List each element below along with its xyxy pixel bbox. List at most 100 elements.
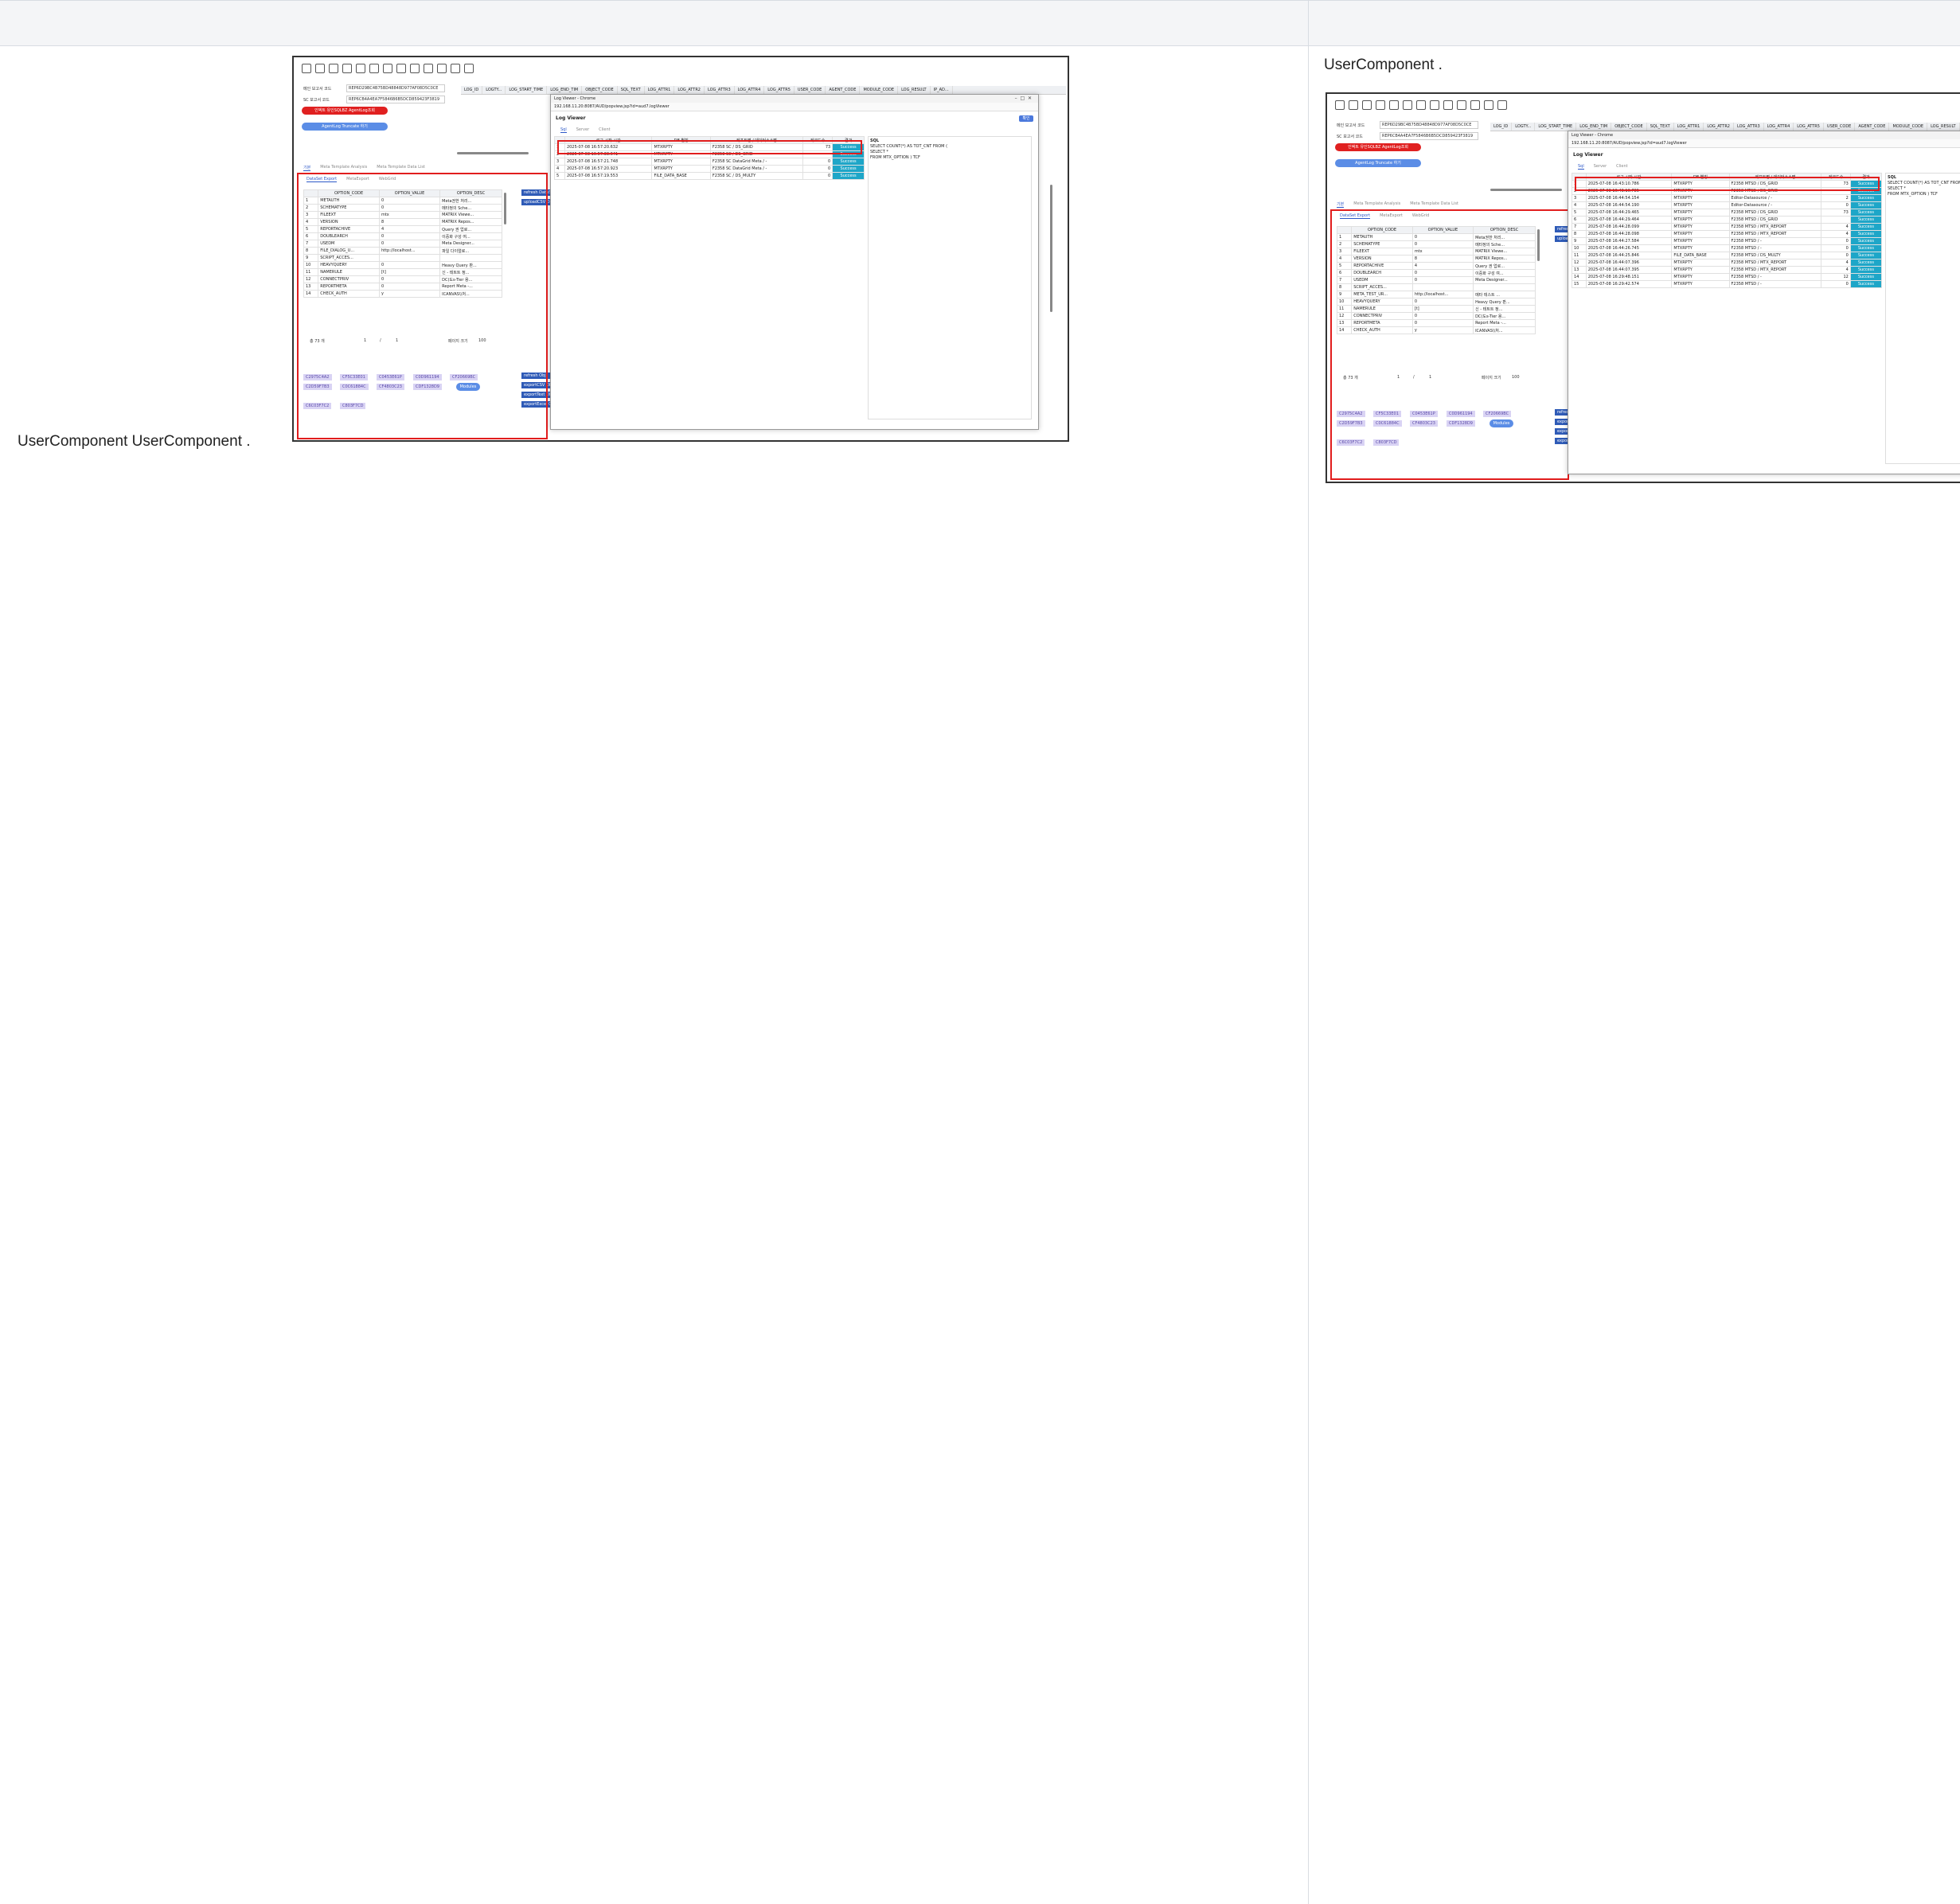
table-row[interactable]: 52025-07-08 16:57:19.553FILE_DATA_BASEF2… xyxy=(555,173,865,180)
table-row[interactable]: 132025-07-08 16:44:07.395MTXRPTYF2358 MT… xyxy=(1572,267,1882,274)
save-as-icon[interactable] xyxy=(1376,100,1385,110)
gear-icon[interactable] xyxy=(464,64,474,73)
grid-column-header[interactable]: AGENT_CODE xyxy=(826,86,860,94)
edit-icon[interactable] xyxy=(437,64,447,73)
grid-column-header[interactable]: LOG_START_TIME xyxy=(1535,123,1576,131)
popup-tab[interactable]: Server xyxy=(576,127,589,133)
popup-tab[interactable]: Sql xyxy=(560,127,567,133)
grid-column-header[interactable]: LOG_ATTR3 xyxy=(1734,123,1764,131)
main-tab[interactable]: Meta Template Analysis xyxy=(1353,201,1400,208)
agentlog-query-button[interactable]: 인덱트 유인SQLBZ AgentLog조회 xyxy=(1335,143,1421,151)
tools-icon[interactable] xyxy=(396,64,406,73)
grid-column-header[interactable]: LOG_END_TIM xyxy=(1576,123,1611,131)
record-icon[interactable] xyxy=(1484,100,1493,110)
agentlog-truncate-button[interactable]: AgentLog Truncate 하기 xyxy=(302,123,388,131)
table-icon[interactable] xyxy=(424,64,433,73)
main-tab[interactable]: Meta Template Data List xyxy=(377,165,425,171)
table-row[interactable]: 122025-07-08 16:44:07.396MTXRPTYF2358 MT… xyxy=(1572,259,1882,267)
grid-column-header[interactable]: LOG_ATTR2 xyxy=(674,86,705,94)
open-folder-icon[interactable] xyxy=(315,64,325,73)
save-as-icon[interactable] xyxy=(342,64,352,73)
new-file-icon[interactable] xyxy=(302,64,311,73)
undo-icon[interactable] xyxy=(356,64,365,73)
print-icon[interactable] xyxy=(410,64,420,73)
table-row[interactable]: 142025-07-08 16:29:48.151MTXRPTYF2358 MT… xyxy=(1572,274,1882,281)
open-folder-icon[interactable] xyxy=(1349,100,1358,110)
table-row[interactable]: 152025-07-08 16:29:42.574MTXRPTYF2358 MT… xyxy=(1572,281,1882,288)
grid-column-header[interactable]: LOGTY... xyxy=(482,86,506,94)
grid-column-header[interactable]: LOG_ATTR2 xyxy=(1704,123,1734,131)
table-row[interactable]: 102025-07-08 16:44:26.745MTXRPTYF2358 MT… xyxy=(1572,245,1882,252)
table-row[interactable]: 42025-07-08 16:57:20.923MTXRPTYF2358 SC … xyxy=(555,166,865,173)
grid-column-header[interactable]: AGENT_CODE xyxy=(1855,123,1889,131)
grid-column-header[interactable]: IP_AD... xyxy=(931,86,953,94)
table-row[interactable]: 52025-07-08 16:44:29.465MTXRPTYF2358 MTS… xyxy=(1572,209,1882,217)
report-code-field[interactable]: REP6D29BC4B75BD48848D977AF08D5C0CE xyxy=(346,84,445,92)
grid-column-header[interactable]: LOG_ATTR5 xyxy=(1794,123,1824,131)
grid-column-header[interactable]: LOG_ATTR5 xyxy=(764,86,795,94)
edit-icon[interactable] xyxy=(1470,100,1480,110)
grid-column-header[interactable]: USER_CODE xyxy=(795,86,826,94)
horizontal-scrollbar[interactable] xyxy=(457,152,529,154)
save-icon[interactable] xyxy=(329,64,338,73)
table-cell: F2358 MTSD / DS_GRID xyxy=(1729,209,1821,217)
grid-column-header[interactable]: LOG_ATTR3 xyxy=(705,86,735,94)
new-file-icon[interactable] xyxy=(1335,100,1345,110)
table-row[interactable]: 32025-07-08 16:57:21.748MTXRPTYF2358 SC … xyxy=(555,158,865,166)
gear-icon[interactable] xyxy=(1497,100,1507,110)
grid-column-header[interactable]: LOG_RESULT xyxy=(1927,123,1960,131)
table-row[interactable]: 42025-07-08 16:44:54.190MTXRPTYEditor-Da… xyxy=(1572,202,1882,209)
main-tab[interactable]: Meta Template Analysis xyxy=(320,165,367,171)
table-row[interactable]: 82025-07-08 16:44:28.098MTXRPTYF2358 MTS… xyxy=(1572,231,1882,238)
popup-tab[interactable]: Client xyxy=(599,127,610,133)
grid-icon[interactable] xyxy=(1416,100,1426,110)
grid-column-header[interactable]: SQL_TEXT xyxy=(1647,123,1674,131)
ok-button[interactable]: 확인 xyxy=(1019,115,1033,122)
grid-column-header[interactable]: LOGTY... xyxy=(1512,123,1535,131)
sc-code-field[interactable]: REP6CB4A4EA7F5846B6B5DCD859423F3819 xyxy=(346,96,445,103)
agentlog-query-button[interactable]: 인덱트 유인SQLBZ AgentLog조회 xyxy=(302,107,388,115)
grid-column-header[interactable]: MODULE_CODE xyxy=(860,86,898,94)
window-controls[interactable]: – □ ✕ xyxy=(1015,96,1032,101)
grid-column-header[interactable]: OBJECT_CODE xyxy=(582,86,617,94)
sc-code-field[interactable]: REP6CB4A4EA7F5846B6B5DCD859423F3819 xyxy=(1380,132,1478,140)
save-icon[interactable] xyxy=(1362,100,1372,110)
print-icon[interactable] xyxy=(1443,100,1453,110)
grid-column-header[interactable]: OBJECT_CODE xyxy=(1611,123,1646,131)
grid-column-header[interactable]: LOG_ATTR4 xyxy=(735,86,765,94)
table-row[interactable]: 92025-07-08 16:44:27.584MTXRPTYF2358 MTS… xyxy=(1572,238,1882,245)
grid-column-header[interactable]: LOG_ATTR4 xyxy=(1764,123,1794,131)
page-scrollbar[interactable] xyxy=(1050,185,1052,312)
main-tab[interactable]: 기본 xyxy=(303,165,310,171)
main-tab[interactable]: Meta Template Data List xyxy=(1410,201,1458,208)
grid-column-header[interactable]: LOG_ATTR1 xyxy=(645,86,675,94)
table-cell: 13 xyxy=(1572,267,1587,274)
table-row[interactable]: 62025-07-08 16:44:29.464MTXRPTYF2358 MTS… xyxy=(1572,217,1882,224)
grid-column-header[interactable]: USER_CODE xyxy=(1824,123,1855,131)
table-icon[interactable] xyxy=(1457,100,1466,110)
table-row[interactable]: 72025-07-08 16:44:28.099MTXRPTYF2358 MTS… xyxy=(1572,224,1882,231)
popup-tab[interactable]: Sql xyxy=(1578,164,1584,170)
table-row[interactable]: 32025-07-08 16:44:54.154MTXRPTYEditor-Da… xyxy=(1572,195,1882,202)
popup-tab[interactable]: Server xyxy=(1594,164,1607,170)
grid-icon[interactable] xyxy=(383,64,392,73)
main-tab[interactable]: 기본 xyxy=(1337,201,1344,208)
agentlog-truncate-button[interactable]: AgentLog Truncate 하기 xyxy=(1335,159,1421,167)
redo-icon[interactable] xyxy=(369,64,379,73)
redo-icon[interactable] xyxy=(1403,100,1412,110)
table-row[interactable]: 112025-07-08 16:44:25.846FILE_DATA_BASEF… xyxy=(1572,252,1882,259)
grid-column-header[interactable]: SQL_TEXT xyxy=(618,86,645,94)
grid-column-header[interactable]: LOG_ID xyxy=(461,86,482,94)
grid-column-header[interactable]: MODULE_CODE xyxy=(1889,123,1927,131)
grid-column-header[interactable]: LOG_RESULT xyxy=(898,86,931,94)
grid-column-header[interactable]: LOG_ID xyxy=(1490,123,1512,131)
undo-icon[interactable] xyxy=(1389,100,1399,110)
grid-column-header[interactable]: LOG_END_TIM xyxy=(547,86,582,94)
grid-column-header[interactable]: LOG_START_TIME xyxy=(506,86,547,94)
horizontal-scrollbar[interactable] xyxy=(1490,189,1562,191)
record-icon[interactable] xyxy=(451,64,460,73)
popup-tab[interactable]: Client xyxy=(1616,164,1627,170)
report-code-field[interactable]: REP6D29BC4B75BD48848D977AF08D5C0CE xyxy=(1380,121,1478,129)
tools-icon[interactable] xyxy=(1430,100,1439,110)
grid-column-header[interactable]: LOG_ATTR1 xyxy=(1674,123,1704,131)
